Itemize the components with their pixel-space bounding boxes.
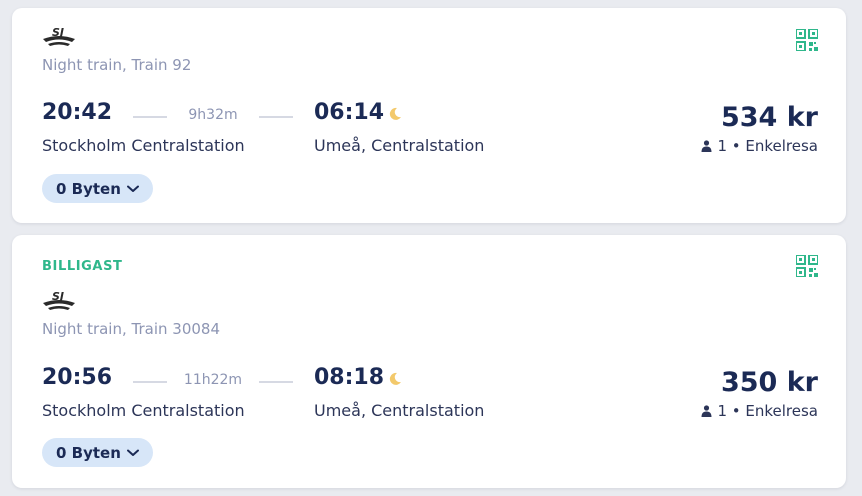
arrival-station: Umeå, Centralstation [314,401,485,420]
moon-icon [389,372,401,385]
person-icon [701,140,712,152]
arrival-time: 08:18 [314,365,385,390]
chevron-down-icon [126,449,139,456]
changes-toggle-button[interactable]: 0 Byten [42,438,153,467]
departure-station: Stockholm Centralstation [42,136,245,155]
sj-logo-icon: SJ [43,290,75,310]
passenger-info: 1 • Enkelresa [701,402,818,420]
departure-station: Stockholm Centralstation [42,401,245,420]
departure-time: 20:56 [42,365,113,390]
changes-label: 0 Byten [56,179,121,198]
route-line [133,381,167,383]
trip-price: 534 kr [720,102,818,133]
person-icon [701,405,712,417]
passenger-count-trip-type: 1 • Enkelresa [717,137,818,155]
route-line [133,116,167,118]
train-name: Night train, Train 30084 [42,320,220,338]
trip-duration: 9h32m [188,107,238,123]
trip-times: 20:56 11h22m 08:18 Stockholm Centralstat… [42,365,818,445]
passenger-count-trip-type: 1 • Enkelresa [717,402,818,420]
arrival-time: 06:14 [314,100,385,125]
qr-code-icon[interactable] [796,255,818,277]
sj-logo-icon: SJ [43,26,75,46]
qr-code-icon[interactable] [796,29,818,51]
changes-toggle-button[interactable]: 0 Byten [42,174,153,203]
cheapest-badge: BILLIGAST [42,259,123,274]
departure-time: 20:42 [42,100,113,125]
chevron-down-icon [126,185,139,192]
passenger-info: 1 • Enkelresa [701,137,818,155]
trip-card[interactable]: BILLIGAST SJ Night train, Train 30084 20… [12,235,846,488]
route-line [259,381,293,383]
route-line [259,116,293,118]
trip-times: 20:42 9h32m 06:14 Stockholm Centralstati… [42,100,818,180]
changes-label: 0 Byten [56,443,121,462]
moon-icon [389,107,401,120]
train-name: Night train, Train 92 [42,56,192,74]
trip-card[interactable]: SJ Night train, Train 92 20:42 9h32m 06:… [12,8,846,223]
arrival-station: Umeå, Centralstation [314,136,485,155]
trip-price: 350 kr [720,367,818,398]
trip-duration: 11h22m [183,372,243,388]
